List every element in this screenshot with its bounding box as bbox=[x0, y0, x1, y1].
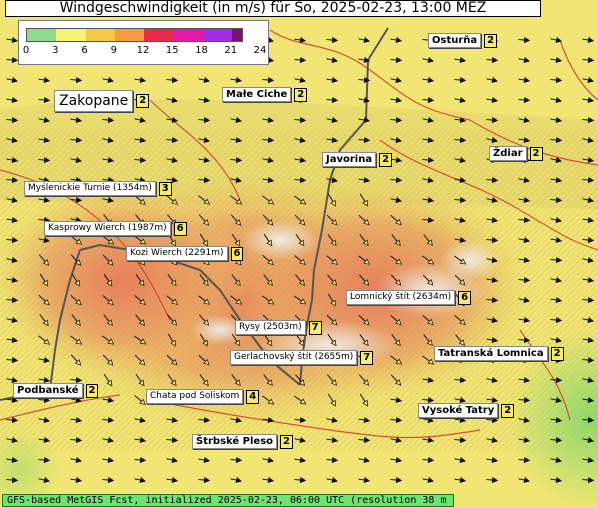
legend-tick: 12 bbox=[136, 45, 150, 56]
place-name: Kozi Wierch (2291m) bbox=[126, 246, 228, 261]
place-name: Osturňa bbox=[428, 33, 482, 48]
wind-speed-value: 2 bbox=[501, 403, 515, 418]
legend-color-segment bbox=[85, 29, 115, 41]
place-label: Gerlachovský štít (2655m) 7 bbox=[230, 350, 374, 365]
wind-speed-value: 2 bbox=[85, 383, 99, 398]
wind-speed-value: 7 bbox=[360, 350, 374, 365]
legend-tick: 24 bbox=[253, 45, 267, 56]
legend-colorbar bbox=[26, 28, 243, 42]
wind-speed-value: 6 bbox=[230, 246, 244, 261]
place-name: Rysy (2503m) bbox=[235, 320, 306, 335]
wind-speed-value: 6 bbox=[173, 221, 187, 236]
place-label: Vysoké Tatry 2 bbox=[418, 403, 515, 418]
place-name: Myślenickie Turnie (1354m) bbox=[24, 181, 156, 196]
legend-color-segment bbox=[27, 29, 57, 41]
place-label: Osturňa 2 bbox=[428, 33, 498, 48]
place-label: Lomnický štít (2634m) 6 bbox=[346, 290, 472, 305]
place-name: Kasprowy Wierch (1987m) bbox=[44, 221, 171, 236]
wind-speed-value: 2 bbox=[550, 346, 564, 361]
wind-speed-value: 7 bbox=[308, 320, 322, 335]
terrain-layer bbox=[0, 0, 598, 508]
legend-tick: 6 bbox=[81, 45, 88, 56]
place-name: Gerlachovský štít (2655m) bbox=[230, 350, 358, 365]
map-title: Windgeschwindigkeit (in m/s) für So, 202… bbox=[5, 0, 541, 17]
place-name: Zakopane bbox=[54, 90, 134, 112]
wind-speed-value: 2 bbox=[379, 152, 393, 167]
legend-color-segment bbox=[173, 29, 203, 41]
place-label: Myślenickie Turnie (1354m) 3 bbox=[24, 181, 172, 196]
legend-color-segment bbox=[144, 29, 174, 41]
place-label: Kozi Wierch (2291m) 6 bbox=[126, 246, 244, 261]
legend-color-segment bbox=[202, 29, 232, 41]
wind-speed-value: 2 bbox=[136, 94, 150, 108]
legend-tick: 9 bbox=[110, 45, 117, 56]
wind-speed-value: 2 bbox=[294, 87, 308, 102]
legend-tick: 21 bbox=[224, 45, 238, 56]
legend-tick: 0 bbox=[22, 45, 30, 56]
place-label: Ždiar 2 bbox=[489, 146, 543, 161]
legend-color-segment bbox=[56, 29, 86, 41]
legend-tick: 18 bbox=[195, 45, 208, 56]
place-name: Štrbské Pleso bbox=[192, 434, 278, 449]
wind-speed-legend: 0 3 6 9 12 15 18 21 24 bbox=[18, 20, 269, 65]
place-label: Tatranská Lomnica 2 bbox=[434, 346, 564, 361]
wind-speed-value: 2 bbox=[280, 434, 293, 449]
wind-map: Windgeschwindigkeit (in m/s) für So, 202… bbox=[0, 0, 598, 508]
place-name: Ždiar bbox=[489, 146, 527, 161]
place-label: Zakopane 2 bbox=[54, 90, 150, 112]
place-label: Štrbské Pleso 2 bbox=[192, 434, 293, 449]
place-label: Chata pod Soliskom 4 bbox=[146, 389, 260, 404]
legend-tick: 15 bbox=[165, 45, 179, 56]
place-name: Tatranská Lomnica bbox=[434, 346, 548, 361]
wind-speed-value: 2 bbox=[484, 33, 498, 48]
place-label: Małe Ciche 2 bbox=[222, 87, 308, 102]
legend-color-segment bbox=[231, 29, 242, 41]
wind-speed-value: 6 bbox=[458, 290, 472, 305]
place-name: Lomnický štít (2634m) bbox=[346, 290, 456, 305]
wind-speed-value: 3 bbox=[158, 181, 172, 196]
legend-color-segment bbox=[114, 29, 144, 41]
place-name: Podbanské bbox=[13, 383, 83, 398]
place-label: Podbanské 2 bbox=[13, 383, 99, 398]
place-label: Javorina 2 bbox=[322, 152, 393, 167]
place-name: Chata pod Soliskom bbox=[146, 389, 244, 404]
model-info-footer: GFS-based MetGIS Fcst, initialized 2025-… bbox=[2, 494, 454, 507]
place-name: Vysoké Tatry bbox=[418, 403, 499, 418]
wind-speed-value: 4 bbox=[246, 389, 260, 404]
place-label: Rysy (2503m) 7 bbox=[235, 320, 322, 335]
place-name: Javorina bbox=[322, 152, 377, 167]
place-name: Małe Ciche bbox=[222, 87, 292, 102]
wind-speed-value: 2 bbox=[529, 146, 543, 161]
legend-tick: 3 bbox=[52, 45, 59, 56]
legend-ticks: 0 3 6 9 12 15 18 21 24 bbox=[19, 45, 270, 59]
place-label: Kasprowy Wierch (1987m) 6 bbox=[44, 221, 187, 236]
